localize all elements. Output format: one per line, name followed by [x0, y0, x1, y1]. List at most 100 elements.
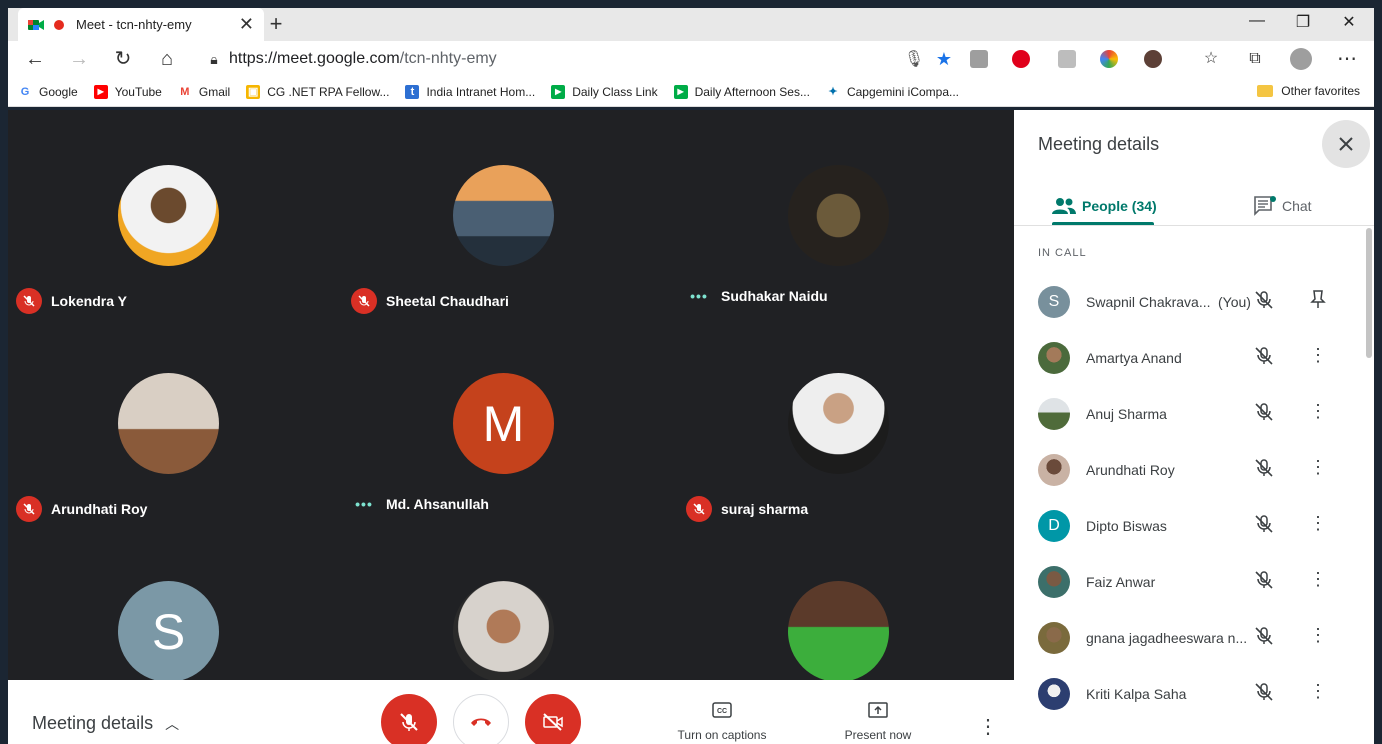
avatar-initial: M — [482, 395, 525, 452]
close-panel-button[interactable] — [1322, 120, 1370, 168]
participant-row[interactable]: D Dipto Biswas ⋮ — [1038, 498, 1358, 554]
participant-name: Swapnil Chakrava... — [1086, 294, 1211, 310]
profile-extension-icon[interactable] — [1144, 50, 1162, 68]
more-vert-icon[interactable]: ⋮ — [1308, 569, 1328, 590]
browser-tab[interactable]: Meet - tcn-nhty-emy ✕ — [18, 8, 264, 41]
minimize-icon[interactable]: — — [1234, 12, 1280, 30]
participant-row[interactable]: Amartya Anand ⋮ — [1038, 330, 1358, 386]
capgemini-icon: ✦ — [825, 84, 840, 99]
participant-avatar — [1038, 398, 1070, 430]
bookmark-label: CG .NET RPA Fellow... — [267, 84, 390, 99]
tab-people[interactable]: People (34) — [1052, 188, 1157, 224]
meeting-stage: Lokendra Y Sheetal Chaudhari ••• Sudhaka… — [8, 110, 1014, 744]
participant-name: Arundhati Roy — [1086, 462, 1175, 478]
tab-chat[interactable]: Chat — [1254, 188, 1312, 224]
participants-scrollbar[interactable] — [1366, 228, 1372, 358]
participant-row[interactable]: Faiz Anwar ⋮ — [1038, 554, 1358, 610]
avatar-initial: S — [1048, 293, 1060, 310]
more-vert-icon[interactable]: ⋮ — [1308, 513, 1328, 534]
more-options-icon[interactable]: ⋮ — [978, 714, 998, 739]
bookmark-cg-net[interactable]: ▣ CG .NET RPA Fellow... — [246, 84, 390, 99]
participant-tile[interactable]: Lokendra Y — [8, 110, 343, 318]
mic-off-icon[interactable] — [1254, 290, 1274, 310]
meeting-details-toggle[interactable]: Meeting details ︿ — [32, 713, 179, 734]
youtube-icon: ▶ — [93, 84, 108, 99]
participant-row[interactable]: Arundhati Roy ⋮ — [1038, 442, 1358, 498]
participant-name: Lokendra Y — [51, 293, 127, 309]
close-icon — [1339, 137, 1353, 151]
mic-off-icon[interactable] — [1254, 570, 1274, 590]
camera-toggle-button[interactable] — [525, 694, 581, 744]
mic-off-icon[interactable] — [1254, 682, 1274, 702]
participant-avatar — [788, 165, 889, 266]
participant-tile[interactable]: ••• Sudhakar Naidu — [678, 110, 1013, 318]
bookmark-daily-afternoon[interactable]: ▶ Daily Afternoon Ses... — [673, 84, 810, 99]
participant-avatar — [1038, 566, 1070, 598]
bookmark-capgemini[interactable]: ✦ Capgemini iCompa... — [825, 84, 959, 99]
tab-close-icon[interactable]: ✕ — [239, 14, 254, 35]
participant-row[interactable]: gnana jagadheeswara n... ⋮ — [1038, 610, 1358, 666]
participant-row[interactable]: Kriti Kalpa Saha ⋮ — [1038, 666, 1358, 722]
bookmarks-bar: G Google ▶ YouTube M Gmail ▣ CG .NET RPA Fel… — [8, 77, 1374, 107]
participant-tile[interactable]: M ••• Md. Ahsanullah — [343, 318, 678, 526]
participant-avatar — [1038, 622, 1070, 654]
maximize-icon[interactable]: ❐ — [1280, 12, 1326, 32]
reload-icon[interactable]: ↻ — [110, 46, 136, 72]
more-vert-icon[interactable]: ⋮ — [1308, 345, 1328, 366]
participant-tile[interactable]: Sheetal Chaudhari — [343, 110, 678, 318]
pin-icon[interactable] — [1308, 289, 1328, 309]
bookmark-intranet[interactable]: t India Intranet Hom... — [405, 84, 535, 99]
bookmark-gmail[interactable]: M Gmail — [177, 84, 230, 99]
panel-title: Meeting details — [1038, 134, 1160, 154]
other-favorites[interactable]: Other favorites — [1257, 84, 1360, 98]
favorite-star-icon[interactable]: ★ — [929, 49, 959, 70]
participant-name: Kriti Kalpa Saha — [1086, 686, 1187, 702]
participant-avatar — [453, 165, 554, 266]
home-icon[interactable]: ⌂ — [154, 46, 180, 72]
more-vert-icon[interactable]: ⋮ — [1308, 457, 1328, 478]
favorites-icon[interactable]: ☆ — [1198, 46, 1224, 72]
forward-icon[interactable]: → — [66, 46, 92, 72]
present-now-button[interactable]: Present now — [818, 702, 938, 742]
mic-off-icon — [351, 288, 377, 314]
mic-off-icon[interactable] — [1254, 626, 1274, 646]
mic-off-icon[interactable] — [1254, 402, 1274, 422]
participant-row[interactable]: Anuj Sharma ⋮ — [1038, 386, 1358, 442]
microphone-icon[interactable]: 🎙︎ — [899, 49, 929, 69]
bookmark-google[interactable]: G Google — [18, 84, 78, 99]
address-bar[interactable]: 🔒︎ https://meet.google.com/tcn-nhty-emy … — [199, 44, 959, 74]
more-vert-icon[interactable]: ⋮ — [1308, 401, 1328, 422]
url-host: https://meet.google.com — [229, 50, 400, 67]
participant-avatar: M — [453, 373, 554, 474]
bookmark-daily-class[interactable]: ▶ Daily Class Link — [551, 84, 658, 99]
avatar-initial: D — [1048, 517, 1060, 534]
participant-tile[interactable]: Arundhati Roy — [8, 318, 343, 526]
color-extension-icon[interactable] — [1100, 50, 1118, 68]
url-text[interactable]: https://meet.google.com/tcn-nhty-emy — [229, 50, 899, 68]
mic-toggle-button[interactable] — [381, 694, 437, 744]
participant-tile[interactable]: suraj sharma — [678, 318, 1013, 526]
bookmark-youtube[interactable]: ▶ YouTube — [93, 84, 162, 99]
captions-button[interactable]: CC Turn on captions — [662, 702, 782, 742]
participant-row[interactable]: S Swapnil Chakrava... (You) — [1038, 274, 1358, 330]
speaking-indicator-icon: ••• — [690, 288, 708, 304]
opera-extension-icon[interactable] — [1012, 50, 1030, 68]
user-avatar-icon[interactable] — [1290, 48, 1312, 70]
window-close-icon[interactable]: ✕ — [1326, 12, 1372, 32]
new-tab-button[interactable]: + — [263, 11, 289, 37]
back-icon[interactable]: ← — [22, 46, 48, 72]
office-extension-icon[interactable] — [970, 50, 988, 68]
participant-avatar — [453, 581, 554, 682]
participant-name: Sudhakar Naidu — [721, 288, 828, 304]
r-extension-icon[interactable] — [1058, 50, 1076, 68]
mic-off-icon[interactable] — [1254, 346, 1274, 366]
collections-icon[interactable]: ⧉ — [1242, 46, 1268, 72]
chat-icon — [1254, 196, 1276, 216]
more-vert-icon[interactable]: ⋮ — [1308, 681, 1328, 702]
mic-off-icon[interactable] — [1254, 458, 1274, 478]
more-vert-icon[interactable]: ⋮ — [1308, 625, 1328, 646]
settings-more-icon[interactable]: ⋯ — [1334, 46, 1360, 72]
leave-call-button[interactable] — [453, 694, 509, 744]
mic-off-icon[interactable] — [1254, 514, 1274, 534]
participant-name: Arundhati Roy — [51, 501, 148, 517]
